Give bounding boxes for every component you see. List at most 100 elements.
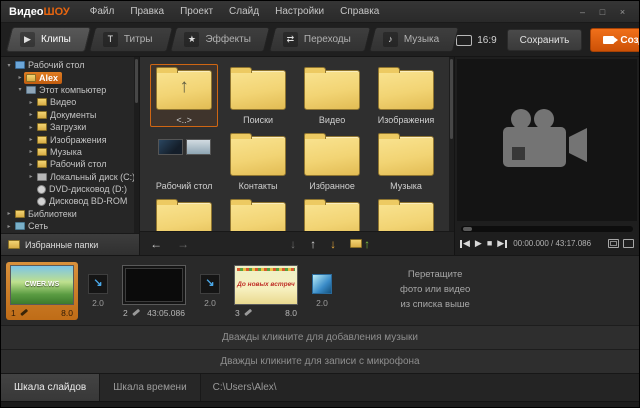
create-button[interactable]: Создать xyxy=(590,28,640,52)
menu-item-2[interactable]: Проект xyxy=(172,1,221,22)
expander-icon[interactable]: ▸ xyxy=(27,173,35,180)
expander-icon[interactable]: ▸ xyxy=(27,99,35,106)
playhead[interactable] xyxy=(463,227,472,231)
folder-cell-11[interactable] xyxy=(372,196,440,231)
tree-scrollbar[interactable] xyxy=(134,57,139,233)
folder-cell-1[interactable]: Поиски xyxy=(224,64,292,127)
tree-pill: Документы xyxy=(35,109,100,121)
folder-cell-4[interactable]: Рабочий стол xyxy=(150,130,218,193)
expander-icon[interactable]: ▸ xyxy=(27,111,35,118)
grid-scrollbar[interactable] xyxy=(449,57,454,231)
back-button[interactable]: ← xyxy=(150,238,162,250)
next-frame-button[interactable]: ▶ xyxy=(497,239,507,248)
tree-item-4[interactable]: ▸Документы xyxy=(1,109,139,121)
folder-cell-6[interactable]: Избранное xyxy=(298,130,366,193)
folder-cell-7[interactable]: Музыка xyxy=(372,130,440,193)
seek-bar[interactable] xyxy=(461,226,633,232)
tree-label: Изображения xyxy=(50,135,107,145)
tab-2[interactable]: ★Эффекты xyxy=(173,27,267,52)
expander-icon[interactable]: ▸ xyxy=(27,161,35,168)
menu-item-4[interactable]: Настройки xyxy=(267,1,332,22)
expander-icon[interactable]: ▸ xyxy=(16,74,24,81)
tree-item-9[interactable]: ▸Локальный диск (C:) xyxy=(1,171,139,183)
tree-item-0[interactable]: ▾Рабочий стол xyxy=(1,59,139,71)
tab-1-icon: T xyxy=(103,32,118,47)
folder-cell-8[interactable] xyxy=(150,196,218,231)
add-file-button[interactable]: ↓ xyxy=(330,238,336,250)
tab-3[interactable]: ⇄Переходы xyxy=(272,27,368,52)
menu-item-3[interactable]: Слайд xyxy=(221,1,267,22)
favorites-button[interactable]: Избранные папки xyxy=(1,233,139,255)
folder-cell-9[interactable] xyxy=(224,196,292,231)
expander-icon[interactable]: ▸ xyxy=(5,210,13,217)
tree-item-3[interactable]: ▸Видео xyxy=(1,96,139,108)
status-tab-1[interactable]: Шкала времени xyxy=(100,374,200,401)
tree-item-10[interactable]: DVD-дисковод (D:) xyxy=(1,183,139,195)
folder-cell-5[interactable]: Контакты xyxy=(224,130,292,193)
fit-screen-icon[interactable] xyxy=(608,239,619,248)
folder-cell-3[interactable]: Изображения xyxy=(372,64,440,127)
tab-1[interactable]: TТитры xyxy=(92,27,170,52)
screen-buttons xyxy=(608,239,634,248)
expander-icon[interactable]: ▾ xyxy=(5,62,13,69)
grid-scrollbar-thumb[interactable] xyxy=(450,59,453,139)
edit-pencil-icon[interactable] xyxy=(20,309,28,316)
edit-pencil-icon[interactable] xyxy=(132,309,140,316)
expander-icon[interactable]: ▸ xyxy=(27,136,35,143)
music-track[interactable]: Дважды кликните для добавления музыки xyxy=(1,325,639,349)
tree-item-7[interactable]: ▸Музыка xyxy=(1,146,139,158)
forward-button[interactable]: → xyxy=(177,238,189,250)
timeline-transition-1[interactable]: ↘2.0 xyxy=(83,274,113,308)
minimize-button[interactable]: – xyxy=(574,3,591,21)
move-up-button[interactable]: ↑ xyxy=(310,238,316,250)
microphone-track[interactable]: Дважды кликните для записи с микрофона xyxy=(1,349,639,373)
tab-0-icon: ▶ xyxy=(20,32,35,47)
expander-icon[interactable]: ▸ xyxy=(27,124,35,131)
menubar: ФайлПравкаПроектСлайдНастройкиСправка xyxy=(82,1,388,22)
stop-button[interactable]: ■ xyxy=(487,239,492,248)
menu-item-5[interactable]: Справка xyxy=(332,1,387,22)
save-button[interactable]: Сохранить xyxy=(507,29,583,51)
timeline-slide-2[interactable]: 243:05.086 xyxy=(118,262,190,320)
folder-cell-2[interactable]: Видео xyxy=(298,64,366,127)
status-tab-0[interactable]: Шкала слайдов xyxy=(1,374,100,401)
folder-cell-10[interactable] xyxy=(298,196,366,231)
folder-icon xyxy=(377,68,435,112)
close-button[interactable]: × xyxy=(614,3,631,21)
folder-cell-0[interactable]: ↑<..> xyxy=(150,64,218,127)
tree-item-1[interactable]: ▸Alex xyxy=(1,71,139,83)
timeline-slide-3[interactable]: До новых встреч38.0 xyxy=(230,262,302,320)
expander-icon[interactable]: ▸ xyxy=(27,148,35,155)
add-folder-button[interactable]: ↑ xyxy=(350,238,370,250)
timeline-transition-3[interactable]: ↘2.0 xyxy=(195,274,225,308)
aspect-ratio-control[interactable]: 16:9 xyxy=(456,35,496,46)
playback-time: 00:00.000 / 43:17.086 xyxy=(513,239,591,248)
timeline-transition-5[interactable]: 2.0 xyxy=(307,274,337,308)
move-down-button[interactable]: ↓ xyxy=(290,238,296,250)
tree-pill: Библиотеки xyxy=(13,208,81,220)
tree-item-2[interactable]: ▾Этот компьютер xyxy=(1,84,139,96)
slide-thumb-text: СWER.WS xyxy=(25,281,60,288)
transition-duration: 2.0 xyxy=(204,298,216,308)
prev-frame-button[interactable]: ◀ xyxy=(460,239,470,248)
tree-item-5[interactable]: ▸Загрузки xyxy=(1,121,139,133)
tab-4[interactable]: ♪Музыка xyxy=(372,27,456,52)
tree-item-6[interactable]: ▸ Изображения xyxy=(1,133,139,145)
play-button[interactable]: ▶ xyxy=(475,239,482,248)
tab-label: Клипы xyxy=(41,34,71,45)
tab-0[interactable]: ▶ Клипы xyxy=(9,27,88,52)
tree-item-11[interactable]: Дисковод BD-ROM xyxy=(1,195,139,207)
expander-icon[interactable]: ▸ xyxy=(5,223,13,230)
fullscreen-icon[interactable] xyxy=(623,239,634,248)
expander-icon[interactable]: ▾ xyxy=(16,86,24,93)
tree-item-12[interactable]: ▸Библиотеки xyxy=(1,208,139,220)
menu-item-1[interactable]: Правка xyxy=(122,1,172,22)
maximize-button[interactable]: □ xyxy=(594,3,611,21)
menu-item-0[interactable]: Файл xyxy=(82,1,123,22)
timeline-slide-1[interactable]: СWER.WS18.0 xyxy=(6,262,78,320)
folder-icon xyxy=(377,200,435,231)
tree-item-8[interactable]: ▸Рабочий стол xyxy=(1,158,139,170)
edit-pencil-icon[interactable] xyxy=(244,309,252,316)
tree-item-13[interactable]: ▸Сеть xyxy=(1,220,139,232)
tree-scrollbar-thumb[interactable] xyxy=(135,59,138,103)
